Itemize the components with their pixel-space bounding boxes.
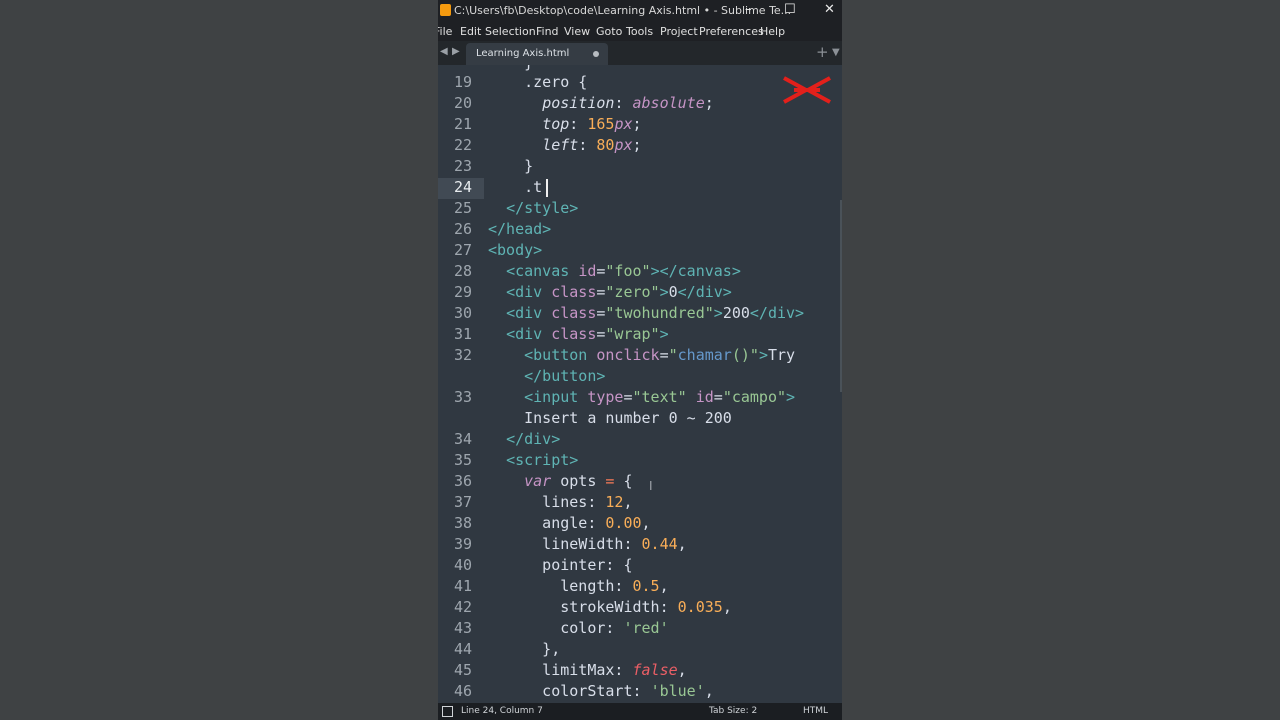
channel-logo-icon xyxy=(783,76,831,104)
code-line: Insert a number 0 ~ 200 xyxy=(488,409,732,427)
menu-help[interactable]: Help xyxy=(760,25,785,38)
syntax-mode[interactable]: HTML xyxy=(803,706,828,716)
sublime-app-icon xyxy=(440,4,451,16)
code-line: <body> xyxy=(488,241,543,259)
line-number: 28 xyxy=(453,262,472,280)
menu-find[interactable]: Find xyxy=(536,25,559,38)
code-line: .zero { xyxy=(524,73,588,91)
menu-view[interactable]: View xyxy=(564,25,590,38)
line-number: 36 xyxy=(453,472,472,490)
code-line: </head> xyxy=(488,220,552,238)
line-number: 29 xyxy=(453,283,472,301)
tab-bar: ◀ ▶ Learning Axis.html + ▼ xyxy=(438,41,842,65)
line-number: 46 xyxy=(453,682,472,700)
code-line: <div class="zero">0</div> xyxy=(506,283,732,301)
code-line: } xyxy=(488,65,533,72)
line-number: 27 xyxy=(453,241,472,259)
tab-size[interactable]: Tab Size: 2 xyxy=(709,706,757,716)
line-number: 34 xyxy=(453,430,472,448)
line-number: 37 xyxy=(453,493,472,511)
line-number: 31 xyxy=(453,325,472,343)
line-number: 22 xyxy=(453,136,472,154)
vertical-scrollbar[interactable] xyxy=(840,200,842,392)
line-number: 20 xyxy=(453,94,472,112)
code-line: </div> xyxy=(506,430,561,448)
code-line: lineWidth: 0.44, xyxy=(488,535,687,553)
code-line: limitMax: false, xyxy=(488,661,687,679)
code-line: strokeWidth: 0.035, xyxy=(488,598,732,616)
minimize-button[interactable]: – xyxy=(745,2,752,17)
window-title: C:\Users\fb\Desktop\code\Learning Axis.h… xyxy=(454,4,792,17)
line-number: 45 xyxy=(453,661,472,679)
line-number: 41 xyxy=(453,577,472,595)
tab-label: Learning Axis.html xyxy=(476,48,570,59)
line-number: 39 xyxy=(453,535,472,553)
code-line: colorStart: 'blue', xyxy=(488,682,714,700)
code-line: </button> xyxy=(524,367,606,385)
line-number: 21 xyxy=(453,115,472,133)
line-number: 32 xyxy=(453,346,472,364)
code-line: length: 0.5, xyxy=(488,577,669,595)
code-line: <input type="text" id="campo"> xyxy=(524,388,796,406)
menu-selection[interactable]: Selection xyxy=(485,25,536,38)
tab-menu-icon[interactable]: ▼ xyxy=(832,47,840,58)
code-line: left: 80px; xyxy=(542,136,642,154)
code-line: <button onclick="chamar()">Try xyxy=(524,346,796,364)
code-line: <script> xyxy=(506,451,579,469)
code-line: <canvas id="foo"></canvas> xyxy=(506,262,741,280)
menu-goto[interactable]: Goto xyxy=(596,25,622,38)
title-bar: C:\Users\fb\Desktop\code\Learning Axis.h… xyxy=(438,0,842,21)
code-line: lines: 12, xyxy=(488,493,633,511)
code-line: <div class="twohundred">200</div> xyxy=(506,304,805,322)
line-number: 30 xyxy=(453,304,472,322)
line-number: 35 xyxy=(453,451,472,469)
menu-file[interactable]: File xyxy=(438,25,452,38)
code-line: position: absolute; xyxy=(542,94,714,112)
menu-project[interactable]: Project xyxy=(660,25,698,38)
code-line: </style> xyxy=(506,199,579,217)
code-line: angle: 0.00, xyxy=(488,514,651,532)
line-number: 38 xyxy=(453,514,472,532)
tab-nav-right-icon[interactable]: ▶ xyxy=(452,46,460,57)
text-cursor xyxy=(546,179,548,197)
code-line: top: 165px; xyxy=(542,115,642,133)
menu-tools[interactable]: Tools xyxy=(626,25,653,38)
line-number: 42 xyxy=(453,598,472,616)
line-number: 43 xyxy=(453,619,472,637)
code-line: color: 'red' xyxy=(488,619,669,637)
panel-toggle-icon[interactable] xyxy=(442,706,453,717)
code-line: <div class="wrap"> xyxy=(506,325,669,343)
line-number: 25 xyxy=(453,199,472,217)
tab-learning-axis[interactable]: Learning Axis.html xyxy=(466,43,608,65)
maximize-button[interactable]: ☐ xyxy=(784,2,796,17)
code-line: }, xyxy=(488,640,561,658)
cursor-position: Line 24, Column 7 xyxy=(461,706,543,716)
new-tab-icon[interactable]: + xyxy=(816,43,829,61)
line-number: 33 xyxy=(453,388,472,406)
tab-nav-left-icon[interactable]: ◀ xyxy=(440,46,448,57)
code-editor[interactable]: 19 20 21 22 23 24 25 26 27 28 29 30 31 3… xyxy=(438,65,842,703)
line-number-current: 24 xyxy=(453,178,472,196)
status-bar: Line 24, Column 7 Tab Size: 2 HTML xyxy=(438,703,842,720)
line-number: 23 xyxy=(453,157,472,175)
menu-edit[interactable]: Edit xyxy=(460,25,481,38)
sublime-text-window: C:\Users\fb\Desktop\code\Learning Axis.h… xyxy=(438,0,842,720)
code-line: .t xyxy=(524,178,543,196)
close-button[interactable]: ✕ xyxy=(824,2,835,17)
line-number: 40 xyxy=(453,556,472,574)
menu-preferences[interactable]: Preferences xyxy=(699,25,764,38)
line-number: 19 xyxy=(453,73,472,91)
line-number: 44 xyxy=(453,640,472,658)
code-line: } xyxy=(524,157,534,175)
code-line: var opts = { xyxy=(524,472,633,490)
menu-bar: File Edit Selection Find View Goto Tools… xyxy=(438,21,842,41)
code-line: pointer: { xyxy=(488,556,633,574)
unsaved-dot-icon[interactable] xyxy=(593,51,599,57)
mouse-ibeam-cursor: I xyxy=(649,479,653,493)
line-number: 26 xyxy=(453,220,472,238)
